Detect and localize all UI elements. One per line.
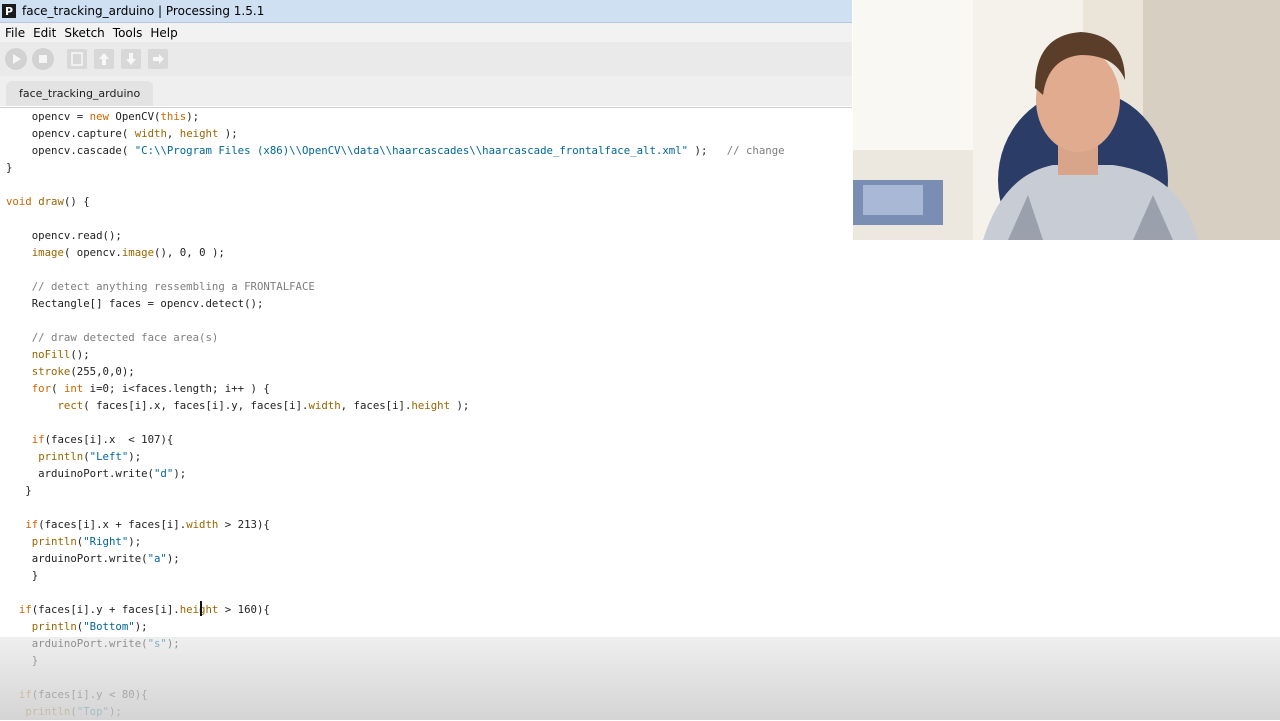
- code-line: stroke(255,0,0);: [31, 365, 135, 378]
- tab-label: face_tracking_arduino: [19, 87, 141, 100]
- menu-help[interactable]: Help: [150, 26, 177, 40]
- stop-button[interactable]: [32, 48, 54, 70]
- code-line: println("Bottom");: [31, 620, 148, 633]
- code-line: // detect anything ressembling a FRONTAL…: [31, 280, 315, 293]
- export-icon: [153, 54, 164, 64]
- menu-edit[interactable]: Edit: [33, 26, 56, 40]
- code-line: }: [6, 484, 32, 497]
- code-line: rect( faces[i].x, faces[i].y, faces[i].w…: [57, 399, 470, 412]
- code-line: arduinoPort.write("d");: [6, 467, 187, 480]
- run-icon: [13, 54, 21, 64]
- code-line: if(faces[i].x + faces[i].width > 213){: [25, 518, 270, 531]
- bottom-fade-overlay: [0, 637, 1280, 720]
- code-line: println("Right");: [31, 535, 142, 548]
- code-editor[interactable]: opencv = new OpenCV(this); opencv.captur…: [0, 107, 852, 721]
- code-line: Rectangle[] faces = opencv.detect();: [6, 297, 264, 310]
- menu-file[interactable]: File: [5, 26, 25, 40]
- export-button[interactable]: [148, 49, 168, 69]
- code-line: void draw() {: [6, 195, 90, 208]
- code-line: image( opencv.image(), 0, 0 );: [31, 246, 225, 259]
- tab-bar: face_tracking_arduino: [0, 76, 852, 106]
- code-line: opencv.cascade( "C:\\Program Files (x86)…: [6, 144, 785, 157]
- open-icon: [99, 53, 109, 65]
- open-button[interactable]: [94, 49, 114, 69]
- code-line: if(faces[i].x < 107){: [31, 433, 174, 446]
- code-line: opencv = new OpenCV(this);: [6, 110, 200, 123]
- code-line: if(faces[i].y + faces[i].height > 160){: [18, 603, 270, 616]
- code-line: opencv.read();: [6, 229, 122, 242]
- menu-bar: File Edit Sketch Tools Help: [0, 23, 852, 42]
- code-line: opencv.capture( width, height );: [6, 127, 238, 140]
- new-button[interactable]: [67, 49, 87, 69]
- new-icon: [71, 52, 83, 66]
- run-button[interactable]: [5, 48, 27, 70]
- code-line: }: [6, 161, 13, 174]
- text-cursor: [200, 601, 202, 616]
- toolbar: [0, 42, 852, 76]
- code-line: // draw detected face area(s): [31, 331, 219, 344]
- menu-tools[interactable]: Tools: [113, 26, 143, 40]
- stop-icon: [39, 55, 47, 63]
- webcam-overlay: [853, 0, 1280, 240]
- code-line: noFill();: [31, 348, 90, 361]
- code-line: for( int i=0; i<faces.length; i++ ) {: [31, 382, 270, 395]
- code-line: arduinoPort.write("a");: [6, 552, 180, 565]
- title-bar: P face_tracking_arduino | Processing 1.5…: [0, 0, 852, 23]
- window-title: face_tracking_arduino | Processing 1.5.1: [22, 4, 265, 18]
- code-line: println("Left");: [38, 450, 142, 463]
- code-line: }: [6, 569, 39, 582]
- processing-app-icon: P: [2, 4, 16, 18]
- save-icon: [126, 53, 136, 65]
- webcam-person-image: [853, 0, 1280, 240]
- tab-face-tracking-arduino[interactable]: face_tracking_arduino: [6, 81, 154, 106]
- save-button[interactable]: [121, 49, 141, 69]
- code-text: opencv = new OpenCV(this); opencv.captur…: [6, 108, 785, 720]
- menu-sketch[interactable]: Sketch: [64, 26, 104, 40]
